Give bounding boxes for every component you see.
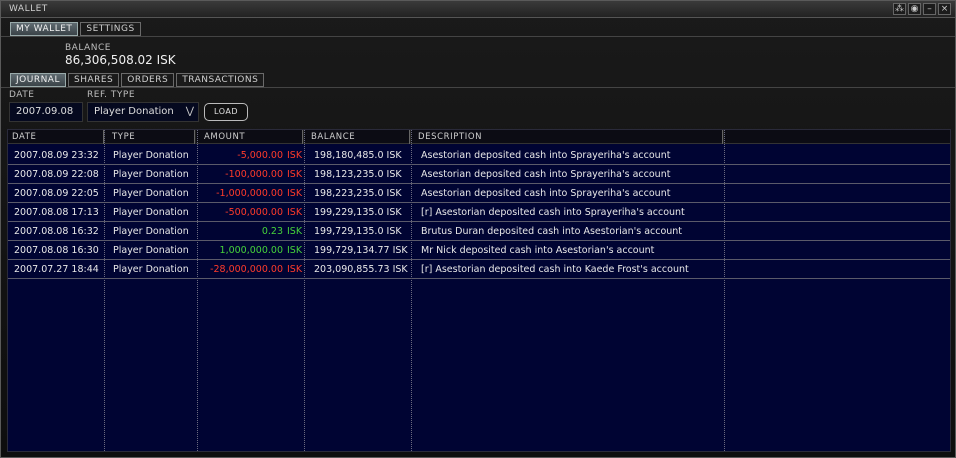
cell-amount-unit: ISK [287, 245, 303, 256]
table-row[interactable]: 2007.08.08 17:13 Player Donation -500,000.… [8, 203, 950, 222]
date-input[interactable]: 2007.09.08 [9, 102, 83, 122]
cell-balance: 198,180,485.0 ISK [314, 150, 402, 161]
tab-settings[interactable]: SETTINGS [80, 22, 141, 36]
title-bar[interactable]: WALLET ⁂ ◉ – × [1, 1, 955, 18]
cell-type: Player Donation [113, 188, 189, 199]
cell-amount-unit: ISK [287, 188, 303, 199]
cell-description: Mr Nick deposited cash into Asestorian's… [421, 245, 655, 256]
reftype-select[interactable]: Player Donation ⋁ [87, 102, 199, 122]
tab-my-wallet[interactable]: MY WALLET [10, 22, 79, 36]
cell-description: Brutus Duran deposited cash into Asestor… [421, 226, 683, 237]
cell-description: Asestorian deposited cash into Sprayerih… [421, 188, 671, 199]
minimize-icon[interactable]: ◉ [908, 3, 921, 15]
load-button[interactable]: LOAD [204, 103, 248, 121]
cell-date: 2007.08.09 22:05 [14, 188, 99, 199]
cell-amount-unit: ISK [287, 264, 303, 275]
tab-transactions[interactable]: TRANSACTIONS [176, 73, 265, 87]
cell-type: Player Donation [113, 150, 189, 161]
reftype-label: REF. TYPE [87, 90, 136, 100]
cell-description: [r] Asestorian deposited cash into Kaede… [421, 264, 689, 275]
cell-amount-unit: ISK [287, 150, 303, 161]
cell-amount: 0.23 [261, 226, 283, 237]
cell-date: 2007.08.09 23:32 [14, 150, 99, 161]
cell-date: 2007.08.08 17:13 [14, 207, 99, 218]
cell-date: 2007.07.27 18:44 [14, 264, 99, 275]
cell-amount: -100,000.00 [225, 169, 283, 180]
cell-balance: 199,729,135.0 ISK [314, 226, 402, 237]
cell-amount: -5,000.00 [237, 150, 283, 161]
cell-type: Player Donation [113, 245, 189, 256]
chevron-down-icon[interactable]: ⋁ [186, 103, 194, 121]
cell-type: Player Donation [113, 207, 189, 218]
cell-amount-unit: ISK [287, 226, 303, 237]
date-label: DATE [9, 90, 35, 100]
col-header-type[interactable]: TYPE [112, 132, 135, 142]
sub-tabs: JOURNAL SHARES ORDERS TRANSACTIONS [10, 73, 265, 87]
table-row[interactable]: 2007.08.09 23:32 Player Donation -5,000.00… [8, 146, 950, 165]
cell-balance: 198,223,235.0 ISK [314, 188, 402, 199]
col-header-description[interactable]: DESCRIPTION [418, 132, 482, 142]
table-row[interactable]: 2007.07.27 18:44 Player Donation -28,000,0… [8, 260, 950, 279]
table-row[interactable]: 2007.08.09 22:08 Player Donation -100,000.… [8, 165, 950, 184]
col-header-balance[interactable]: BALANCE [311, 132, 355, 142]
col-header-amount[interactable]: AMOUNT [204, 132, 245, 142]
table-row[interactable]: 2007.08.08 16:30 Player Donation 1,000,000… [8, 241, 950, 260]
cell-amount: -500,000.00 [225, 207, 283, 218]
tab-orders[interactable]: ORDERS [121, 73, 175, 87]
cell-amount: -28,000,000.00 [210, 264, 283, 275]
cell-balance: 198,123,235.0 ISK [314, 169, 402, 180]
cell-amount-unit: ISK [287, 207, 303, 218]
col-header-date[interactable]: DATE [12, 132, 37, 142]
journal-table: DATE TYPE AMOUNT BALANCE DESCRIPTION 200… [7, 129, 951, 452]
cell-balance: 199,729,134.77 ISK [314, 245, 408, 256]
table-row[interactable]: 2007.08.08 16:32 Player Donation 0.23 ISK 19… [8, 222, 950, 241]
cell-date: 2007.08.08 16:32 [14, 226, 99, 237]
tab-journal[interactable]: JOURNAL [10, 73, 66, 87]
cell-date: 2007.08.08 16:30 [14, 245, 99, 256]
table-row[interactable]: 2007.08.09 22:05 Player Donation -1,000,00… [8, 184, 950, 203]
cell-description: Asestorian deposited cash into Sprayerih… [421, 150, 671, 161]
pin-icon[interactable]: ⁂ [893, 3, 906, 15]
divider [1, 87, 955, 88]
column-resize-handle[interactable] [194, 130, 196, 144]
table-header: DATE TYPE AMOUNT BALANCE DESCRIPTION [8, 130, 950, 144]
collapse-icon[interactable]: – [923, 3, 936, 15]
close-icon[interactable]: × [938, 3, 951, 15]
wallet-window: WALLET ⁂ ◉ – × MY WALLET SETTINGS BALANC… [0, 0, 956, 458]
cell-balance: 203,090,855.73 ISK [314, 264, 408, 275]
cell-description: Asestorian deposited cash into Sprayerih… [421, 169, 671, 180]
cell-balance: 199,229,135.0 ISK [314, 207, 402, 218]
tab-shares[interactable]: SHARES [67, 73, 120, 87]
cell-amount-unit: ISK [287, 169, 303, 180]
top-tabs: MY WALLET SETTINGS [10, 22, 141, 36]
divider [1, 36, 955, 37]
cell-type: Player Donation [113, 169, 189, 180]
reftype-value: Player Donation [94, 106, 174, 117]
balance-label: BALANCE [65, 43, 111, 53]
window-controls: ⁂ ◉ – × [893, 3, 951, 15]
cell-type: Player Donation [113, 226, 189, 237]
cell-description: [r] Asestorian deposited cash into Spray… [421, 207, 685, 218]
cell-type: Player Donation [113, 264, 189, 275]
window-title: WALLET [9, 4, 48, 14]
cell-amount: -1,000,000.00 [216, 188, 283, 199]
cell-amount: 1,000,000.00 [219, 245, 283, 256]
cell-date: 2007.08.09 22:08 [14, 169, 99, 180]
balance-value: 86,306,508.02 ISK [65, 53, 176, 67]
